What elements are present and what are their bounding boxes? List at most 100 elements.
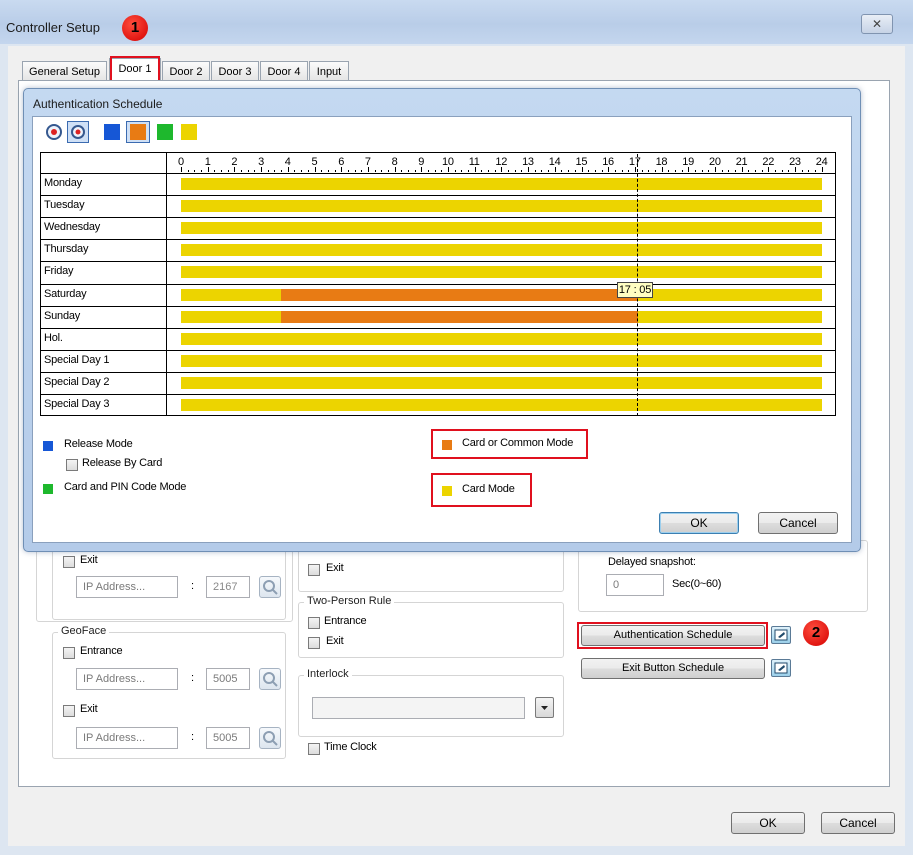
schedule-bar-card[interactable] (181, 222, 822, 235)
interlock-dropdown-button[interactable] (535, 697, 554, 718)
color-swatch-card-or-common-selected[interactable] (126, 121, 150, 143)
day-label-special-day-3: Special Day 3 (44, 398, 110, 410)
port-field-1[interactable]: 2167 (206, 576, 250, 598)
tab-input[interactable]: Input (309, 61, 349, 81)
legend-release-mode-label: Release Mode (64, 438, 133, 450)
schedule-bar-card[interactable] (181, 376, 822, 389)
dialog-title: Authentication Schedule (33, 97, 163, 111)
grid-row-divider (40, 217, 836, 219)
delayed-snapshot-unit: Sec(0~60) (672, 578, 722, 590)
ok-button[interactable]: OK (731, 812, 805, 834)
close-button[interactable]: ✕ (861, 14, 893, 34)
quarter-tick (274, 170, 276, 172)
tab-door-4[interactable]: Door 4 (260, 61, 308, 81)
color-swatch-card-mode[interactable] (181, 124, 197, 140)
chevron-down-icon (541, 706, 548, 710)
quarter-tick (187, 170, 189, 172)
middle-exit-checkbox[interactable] (308, 564, 320, 576)
exit-label: Exit (80, 554, 98, 566)
quarter-tick (347, 170, 349, 172)
callout-badge-1: 1 (122, 15, 148, 41)
geoface-exit-checkbox[interactable] (63, 705, 75, 717)
quarter-tick (414, 170, 416, 172)
geoface-exit-label: Exit (80, 703, 98, 715)
quarter-tick (541, 170, 543, 172)
quarter-tick (214, 170, 216, 172)
schedule-bar-card[interactable] (181, 310, 282, 323)
schedule-bar-card[interactable] (181, 399, 822, 411)
interlock-title: Interlock (304, 668, 352, 680)
quarter-tick (194, 170, 196, 172)
hour-label-19: 19 (682, 156, 694, 168)
two-person-entrance-checkbox[interactable] (308, 617, 320, 629)
day-label-special-day-2: Special Day 2 (44, 375, 110, 388)
quarter-tick (735, 170, 737, 172)
quarter-tick (641, 170, 643, 172)
schedule-bar-card[interactable] (181, 178, 822, 190)
geoface-entrance-label: Entrance (80, 645, 123, 657)
quarter-tick (601, 170, 603, 172)
quarter-tick (307, 170, 309, 172)
toolbar-select-button[interactable] (67, 121, 89, 143)
time-clock-checkbox[interactable] (308, 743, 320, 755)
schedule-bar-card[interactable] (181, 200, 822, 213)
auth-schedule-edit-button[interactable] (771, 626, 791, 644)
color-swatch-release-mode[interactable] (104, 124, 120, 140)
port-field-3[interactable]: 5005 (206, 727, 250, 749)
grid-row-divider (40, 371, 836, 373)
ip-address-field-2[interactable]: IP Address... (76, 668, 178, 690)
schedule-bar-card-or_common[interactable] (281, 288, 638, 301)
two-person-exit-label: Exit (326, 635, 344, 647)
grid-row-divider (40, 173, 836, 174)
exit-checkbox[interactable] (63, 556, 75, 568)
geoface-entrance-checkbox[interactable] (63, 647, 75, 659)
tab-highlight-box (110, 56, 160, 82)
hour-label-16: 16 (602, 156, 614, 168)
colon-separator: : (191, 580, 194, 592)
hour-label-1: 1 (204, 156, 211, 168)
search-magnifier-button-2[interactable] (259, 668, 281, 690)
day-label-saturday: Saturday (44, 287, 87, 300)
quarter-tick (301, 170, 303, 172)
colon-separator: : (191, 672, 194, 684)
tab-door-3[interactable]: Door 3 (211, 61, 259, 81)
dialog-ok-button[interactable]: OK (659, 512, 739, 534)
dialog-cancel-button[interactable]: Cancel (758, 512, 838, 534)
middle-exit-label: Exit (326, 562, 344, 574)
delayed-snapshot-input[interactable]: 0 (606, 574, 664, 596)
schedule-bar-card-or_common[interactable] (281, 310, 638, 323)
grid-row-divider (40, 305, 836, 307)
schedule-bar-card[interactable] (637, 288, 822, 301)
quarter-tick (574, 170, 576, 172)
search-magnifier-button-3[interactable] (259, 727, 281, 749)
port-field-2[interactable]: 5005 (206, 668, 250, 690)
toolbar-eraser-button[interactable] (44, 122, 64, 142)
schedule-bar-card[interactable] (181, 288, 282, 301)
interlock-select[interactable] (312, 697, 525, 719)
tab-door-2[interactable]: Door 2 (162, 61, 210, 81)
grid-row-divider (40, 261, 836, 263)
schedule-bar-card[interactable] (181, 332, 822, 345)
schedule-bar-card[interactable] (181, 354, 822, 367)
two-person-exit-checkbox[interactable] (308, 637, 320, 649)
search-magnifier-button-1[interactable] (259, 576, 281, 598)
hour-label-17: 17 (628, 156, 641, 168)
cancel-button[interactable]: Cancel (821, 812, 895, 834)
grid-row-divider (40, 394, 836, 395)
schedule-bar-card[interactable] (181, 266, 822, 279)
exit-schedule-edit-button[interactable] (771, 659, 791, 677)
release-by-card-checkbox[interactable] (66, 459, 78, 471)
quarter-tick (701, 170, 703, 172)
quarter-tick (668, 170, 670, 172)
hour-label-2: 2 (231, 156, 238, 168)
ip-address-field-1[interactable]: IP Address... (76, 576, 178, 598)
exit-button-schedule-button[interactable]: Exit Button Schedule (581, 658, 765, 679)
color-swatch-card-pin[interactable] (157, 124, 173, 140)
two-person-rule-groupbox (298, 602, 564, 658)
ip-address-field-3[interactable]: IP Address... (76, 727, 178, 749)
quarter-tick (534, 170, 536, 172)
hour-label-20: 20 (709, 156, 721, 168)
tab-general-setup[interactable]: General Setup (22, 61, 107, 81)
schedule-bar-card[interactable] (181, 244, 822, 257)
schedule-bar-card[interactable] (637, 310, 822, 323)
